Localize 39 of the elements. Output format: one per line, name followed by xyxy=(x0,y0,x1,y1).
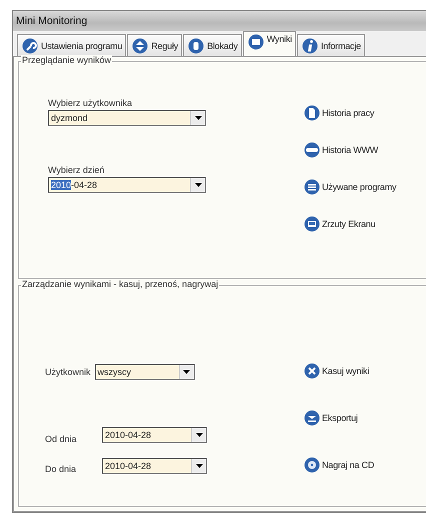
tab[interactable]: Wyniki xyxy=(242,31,296,56)
list-icon xyxy=(304,179,320,195)
action-link[interactable]: Historia WWW xyxy=(322,145,378,155)
action-link[interactable]: Eksportuj xyxy=(322,413,358,423)
field-label: Użytkownik xyxy=(45,367,91,377)
action-link[interactable]: Kasuj wyniki xyxy=(322,366,370,376)
info-icon xyxy=(302,38,318,54)
caret-icon xyxy=(194,116,202,120)
action-link[interactable]: Historia pracy xyxy=(322,108,374,118)
caret-icon xyxy=(183,370,190,374)
action-link[interactable]: Zrzuty Ekranu xyxy=(322,219,376,229)
field-label: Wybierz dzień xyxy=(48,165,106,175)
document-icon xyxy=(304,105,320,121)
user-dropdown[interactable]: dyzmond xyxy=(48,110,206,126)
action-link[interactable]: Używane programy xyxy=(322,182,396,192)
wrench-icon xyxy=(22,38,38,54)
field-label: Od dnia xyxy=(45,433,78,444)
window-title: Mini Monitoring xyxy=(16,15,88,27)
tab[interactable]: Ustawienia programu xyxy=(17,34,126,56)
screen-icon xyxy=(304,216,320,232)
date-dropdown[interactable]: 2010-04-28 xyxy=(102,458,207,474)
tab[interactable]: Reguły xyxy=(127,34,182,56)
caret-icon xyxy=(196,433,202,437)
disc-icon xyxy=(304,457,320,473)
tab[interactable]: Blokady xyxy=(183,34,242,56)
export-icon xyxy=(304,410,320,426)
field-label: Do dnia xyxy=(45,463,78,474)
arrows-icon xyxy=(132,38,148,54)
group-title: Przeglądanie wyników xyxy=(21,55,112,65)
user-dropdown[interactable]: wszyscy xyxy=(94,364,195,380)
delete-icon xyxy=(304,363,320,379)
caret-icon xyxy=(196,464,202,468)
group-title: Zarządzanie wynikami - kasuj, przenoś, nagrywaj xyxy=(21,279,220,289)
date-dropdown[interactable]: 2010-04-28 xyxy=(48,177,206,193)
tab[interactable]: Informacje xyxy=(296,34,365,56)
caret-icon xyxy=(194,183,202,187)
date-dropdown[interactable]: 2010-04-28 xyxy=(102,427,207,443)
action-link[interactable]: Nagraj na CD xyxy=(322,460,374,470)
field-label: Wybierz użytkownika xyxy=(48,98,133,108)
